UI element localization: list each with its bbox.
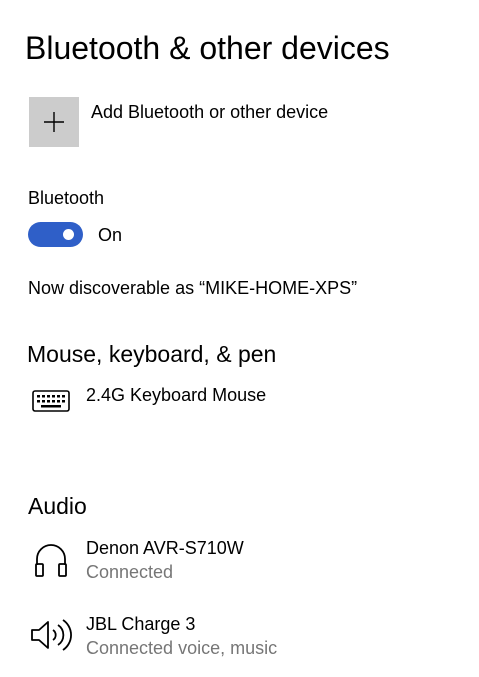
plus-icon: [44, 112, 64, 132]
device-icon-wrap: [28, 383, 74, 419]
bluetooth-label: Bluetooth: [28, 188, 105, 208]
bluetooth-toggle-row: On: [28, 222, 122, 247]
device-text: JBL Charge 3 Connected voice, music: [86, 612, 277, 660]
device-status: Connected: [86, 562, 174, 582]
add-device-button[interactable]: Add Bluetooth or other device: [29, 97, 328, 147]
discoverable-text: Now discoverable as “MIKE-HOME-XPS”: [28, 278, 358, 298]
keyboard-icon: [32, 390, 70, 412]
device-item-jbl[interactable]: JBL Charge 3 Connected voice, music: [28, 612, 277, 660]
section-title-input: Mouse, keyboard, & pen: [27, 341, 277, 367]
device-item-keyboard-mouse[interactable]: 2.4G Keyboard Mouse: [28, 383, 266, 419]
bluetooth-toggle-state: On: [98, 224, 123, 245]
device-text: Denon AVR-S710W Connected: [86, 536, 244, 584]
speaker-icon: [31, 619, 72, 651]
device-icon-wrap: [28, 612, 74, 658]
page-title: Bluetooth & other devices: [25, 30, 390, 66]
add-device-tile[interactable]: [29, 97, 79, 147]
device-name: JBL Charge 3: [86, 614, 196, 634]
section-title-audio: Audio: [28, 493, 87, 519]
add-device-label: Add Bluetooth or other device: [91, 102, 329, 122]
device-name: Denon AVR-S710W: [86, 538, 244, 558]
device-text: 2.4G Keyboard Mouse: [86, 383, 266, 407]
device-item-denon[interactable]: Denon AVR-S710W Connected: [28, 536, 244, 584]
bluetooth-toggle[interactable]: [28, 222, 83, 247]
headphones-icon: [35, 544, 67, 577]
device-icon-wrap: [28, 536, 74, 582]
device-status: Connected voice, music: [86, 638, 278, 658]
device-name: 2.4G Keyboard Mouse: [86, 385, 267, 405]
toggle-knob: [63, 229, 74, 240]
